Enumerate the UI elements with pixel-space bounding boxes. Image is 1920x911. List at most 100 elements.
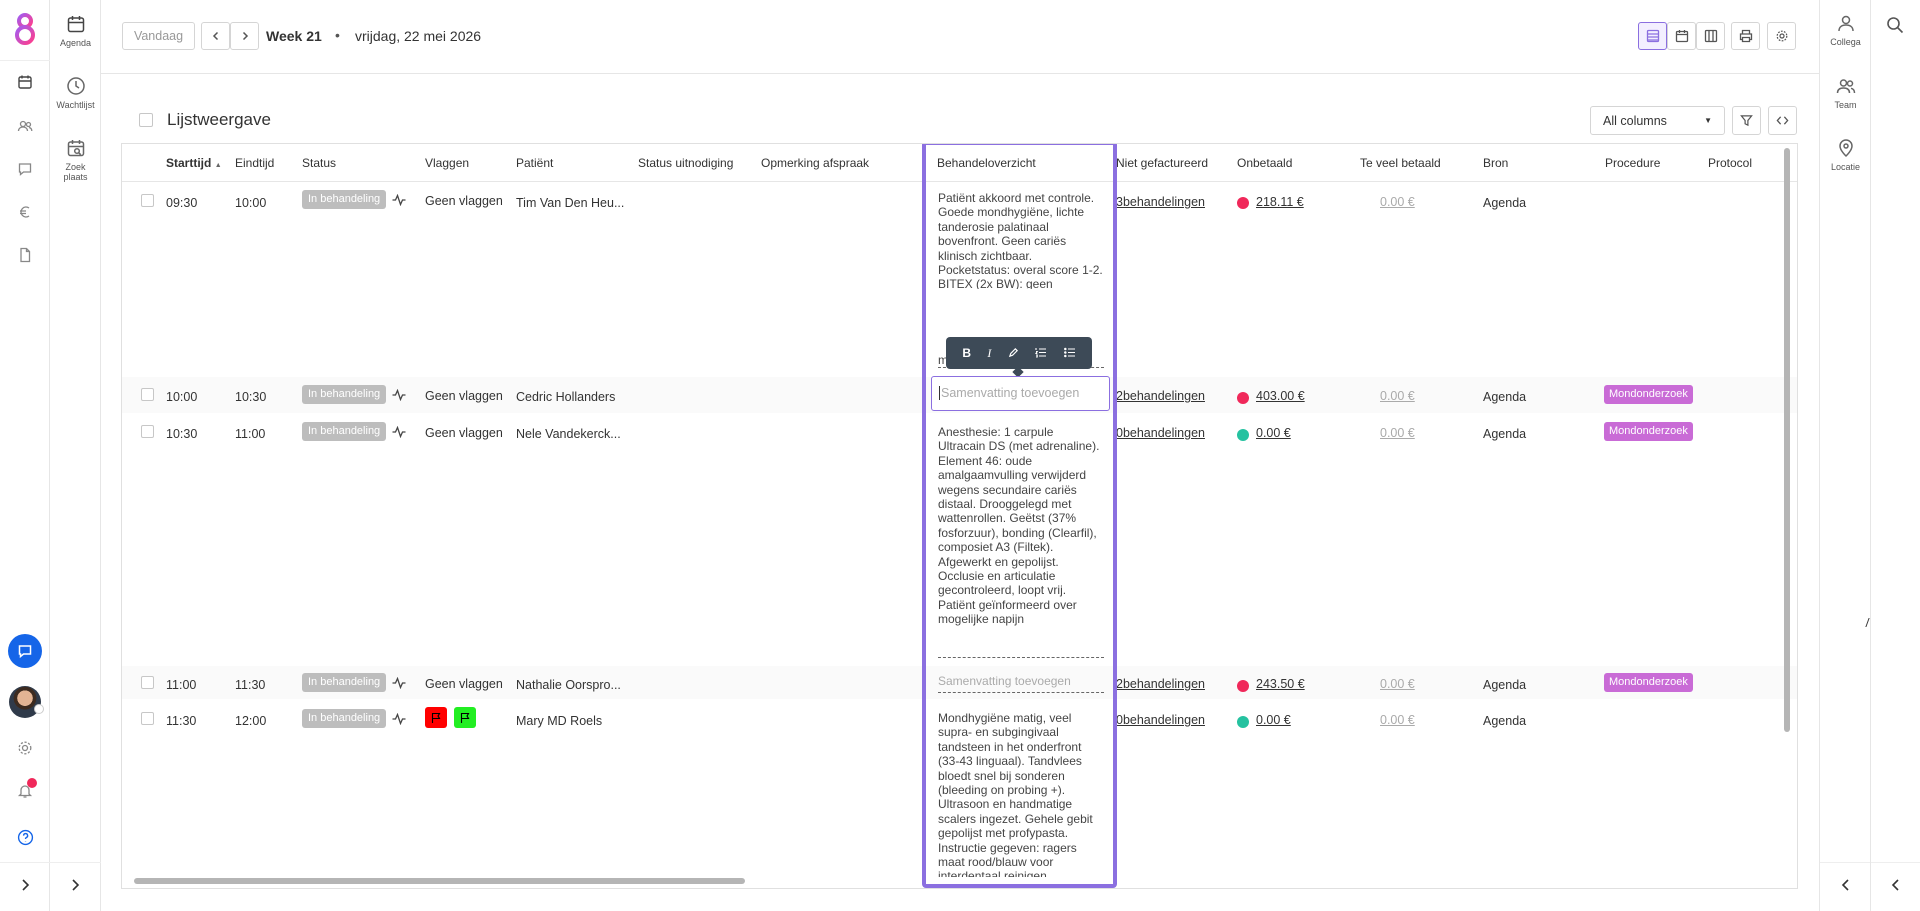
prev-week-button[interactable] bbox=[201, 22, 230, 50]
col-procedure[interactable]: Procedure bbox=[1605, 156, 1660, 170]
unpaid-amount[interactable]: 0.00 € bbox=[1256, 713, 1291, 727]
avatar[interactable] bbox=[0, 686, 50, 718]
col-status[interactable]: Status bbox=[302, 156, 336, 170]
treatments-link[interactable]: 2behandelingen bbox=[1116, 677, 1205, 691]
nav-team[interactable]: Team bbox=[1820, 76, 1871, 110]
status-badge[interactable]: In behandeling bbox=[302, 673, 387, 692]
ordered-list-icon[interactable] bbox=[1035, 346, 1047, 361]
collapse-search-icon[interactable] bbox=[1889, 878, 1903, 895]
col-remark[interactable]: Opmerking afspraak bbox=[761, 156, 869, 170]
filter-button[interactable] bbox=[1732, 106, 1761, 135]
nav-agenda[interactable]: Agenda bbox=[50, 14, 101, 48]
treatment-summary[interactable]: Patiënt akkoord met controle. Goede mond… bbox=[938, 191, 1104, 289]
bullet-list-icon[interactable] bbox=[1063, 346, 1076, 361]
status-badge[interactable]: In behandeling bbox=[302, 190, 387, 209]
col-overview[interactable]: Behandeloverzicht bbox=[937, 156, 1036, 170]
vertical-scrollbar[interactable] bbox=[1784, 148, 1790, 732]
activity-icon[interactable] bbox=[392, 425, 406, 441]
col-end[interactable]: Eindtijd bbox=[235, 156, 274, 170]
col-protocol[interactable]: Protocol bbox=[1708, 156, 1752, 170]
procedure-badge[interactable]: Mondonderzoek bbox=[1604, 422, 1693, 441]
activity-icon[interactable] bbox=[392, 193, 406, 209]
green-flag-icon[interactable] bbox=[454, 707, 476, 728]
treatments-link[interactable]: 0behandelingen bbox=[1116, 426, 1205, 440]
activity-icon[interactable] bbox=[392, 712, 406, 728]
nav-location[interactable]: Locatie bbox=[1820, 138, 1871, 172]
print-button[interactable] bbox=[1731, 22, 1760, 50]
activity-icon[interactable] bbox=[392, 676, 406, 692]
col-overpaid[interactable]: Te veel betaald bbox=[1360, 156, 1441, 170]
col-patient[interactable]: Patiënt bbox=[516, 156, 553, 170]
treatment-summary[interactable]: Anesthesie: 1 carpule Ultracain DS (met … bbox=[938, 425, 1104, 627]
patient-name[interactable]: Nathalie Oorspro... bbox=[516, 678, 621, 692]
col-invite[interactable]: Status uitnodiging bbox=[638, 156, 733, 170]
nav-search-slot[interactable]: Zoek plaats bbox=[50, 138, 101, 182]
search-icon[interactable] bbox=[1886, 16, 1904, 37]
settings-button[interactable] bbox=[1767, 22, 1796, 50]
week-view-button[interactable] bbox=[1696, 22, 1725, 50]
nav-waitlist[interactable]: Wachtlijst bbox=[50, 76, 101, 110]
overpaid-amount[interactable]: 0.00 € bbox=[1380, 389, 1415, 403]
list-view-button[interactable] bbox=[1638, 22, 1667, 50]
row-checkbox[interactable] bbox=[141, 388, 154, 401]
nav-colleague[interactable]: Collega bbox=[1820, 13, 1871, 47]
expand-columns-button[interactable] bbox=[1768, 106, 1797, 135]
bold-icon[interactable]: B bbox=[962, 346, 971, 360]
unpaid-amount[interactable]: 243.50 € bbox=[1256, 677, 1305, 691]
treatments-link[interactable]: 2behandelingen bbox=[1116, 389, 1205, 403]
status-badge[interactable]: In behandeling bbox=[302, 385, 387, 404]
settings-icon[interactable] bbox=[0, 740, 50, 756]
col-flags[interactable]: Vlaggen bbox=[425, 156, 469, 170]
calendar-icon[interactable] bbox=[0, 74, 50, 90]
chat-bubble-button[interactable] bbox=[0, 634, 50, 668]
today-button[interactable]: Vandaag bbox=[122, 22, 195, 50]
euro-icon[interactable] bbox=[0, 204, 50, 220]
patient-name[interactable]: Mary MD Roels bbox=[516, 714, 602, 728]
activity-icon[interactable] bbox=[392, 388, 406, 404]
treatment-summary[interactable]: Mondhygiëne matig, veel supra- en subgin… bbox=[938, 711, 1104, 877]
row-checkbox[interactable] bbox=[141, 194, 154, 207]
row-checkbox[interactable] bbox=[141, 425, 154, 438]
procedure-badge[interactable]: Mondonderzoek bbox=[1604, 385, 1693, 404]
overpaid-amount[interactable]: 0.00 € bbox=[1380, 713, 1415, 727]
users-icon[interactable] bbox=[0, 118, 50, 134]
red-flag-icon[interactable] bbox=[425, 707, 447, 728]
next-week-button[interactable] bbox=[230, 22, 259, 50]
col-start[interactable]: Starttijd ▲ bbox=[166, 156, 222, 170]
procedure-badge[interactable]: Mondonderzoek bbox=[1604, 673, 1693, 692]
summary-placeholder[interactable]: Samenvatting toevoegen bbox=[938, 674, 1071, 688]
horizontal-scrollbar[interactable] bbox=[134, 878, 745, 884]
row-checkbox[interactable] bbox=[141, 712, 154, 725]
treatments-link[interactable]: 0behandelingen bbox=[1116, 713, 1205, 727]
patient-name[interactable]: Cedric Hollanders bbox=[516, 390, 615, 404]
unpaid-amount[interactable]: 403.00 € bbox=[1256, 389, 1305, 403]
chat-icon[interactable] bbox=[0, 161, 50, 177]
overpaid-amount[interactable]: 0.00 € bbox=[1380, 426, 1415, 440]
col-notinvoiced[interactable]: Niet gefactureerd bbox=[1116, 156, 1208, 170]
patient-name[interactable]: Nele Vandekerck... bbox=[516, 427, 621, 441]
expand-subnav-icon[interactable] bbox=[68, 878, 82, 895]
col-source[interactable]: Bron bbox=[1483, 156, 1508, 170]
unpaid-amount[interactable]: 218.11 € bbox=[1256, 195, 1304, 209]
status-badge[interactable]: In behandeling bbox=[302, 709, 387, 728]
italic-icon[interactable]: I bbox=[987, 346, 991, 361]
summary-input[interactable]: Samenvatting toevoegen bbox=[931, 376, 1110, 411]
highlight-icon[interactable] bbox=[1008, 346, 1019, 361]
overpaid-amount[interactable]: 0.00 € bbox=[1380, 677, 1415, 691]
select-all-checkbox[interactable] bbox=[139, 113, 153, 127]
patient-name[interactable]: Tim Van Den Heu... bbox=[516, 196, 624, 210]
app-logo[interactable] bbox=[0, 12, 50, 46]
unpaid-amount[interactable]: 0.00 € bbox=[1256, 426, 1291, 440]
row-checkbox[interactable] bbox=[141, 676, 154, 689]
document-icon[interactable] bbox=[0, 247, 50, 263]
columns-select[interactable]: All columns ▼ bbox=[1590, 106, 1725, 135]
day-view-button[interactable] bbox=[1667, 22, 1696, 50]
collapse-panel-icon[interactable] bbox=[1839, 878, 1853, 895]
treatments-link[interactable]: 3behandelingen bbox=[1116, 195, 1205, 209]
help-icon[interactable] bbox=[0, 829, 50, 846]
notification-icon[interactable] bbox=[0, 778, 50, 802]
overpaid-amount[interactable]: 0.00 € bbox=[1380, 195, 1415, 209]
col-unpaid[interactable]: Onbetaald bbox=[1237, 156, 1292, 170]
status-badge[interactable]: In behandeling bbox=[302, 422, 387, 441]
expand-nav-icon[interactable] bbox=[0, 878, 50, 892]
